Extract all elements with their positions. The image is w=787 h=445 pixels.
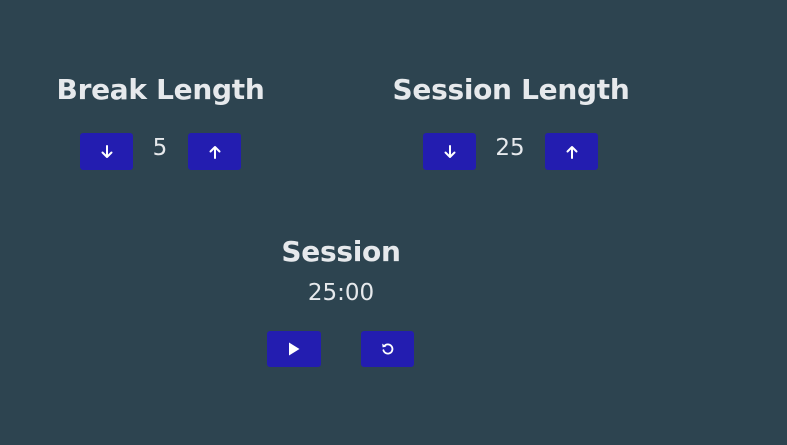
arrow-up-icon: [209, 145, 220, 159]
break-length-value: 5: [152, 135, 168, 161]
timer-label: Session: [281, 235, 401, 268]
break-increment-button[interactable]: [188, 133, 241, 170]
session-length-value: 25: [495, 135, 525, 161]
break-decrement-button[interactable]: [80, 133, 133, 170]
reset-button[interactable]: [361, 331, 414, 367]
arrow-down-icon: [444, 144, 455, 158]
reset-icon: [381, 343, 393, 355]
arrow-up-icon: [566, 145, 577, 159]
play-icon: [289, 342, 300, 356]
session-decrement-button[interactable]: [423, 133, 476, 170]
arrow-down-icon: [101, 144, 112, 158]
start-stop-button[interactable]: [267, 331, 321, 367]
session-increment-button[interactable]: [545, 133, 598, 170]
break-length-label: Break Length: [56, 73, 265, 106]
time-left: 25:00: [307, 280, 375, 306]
session-length-label: Session Length: [392, 73, 630, 106]
